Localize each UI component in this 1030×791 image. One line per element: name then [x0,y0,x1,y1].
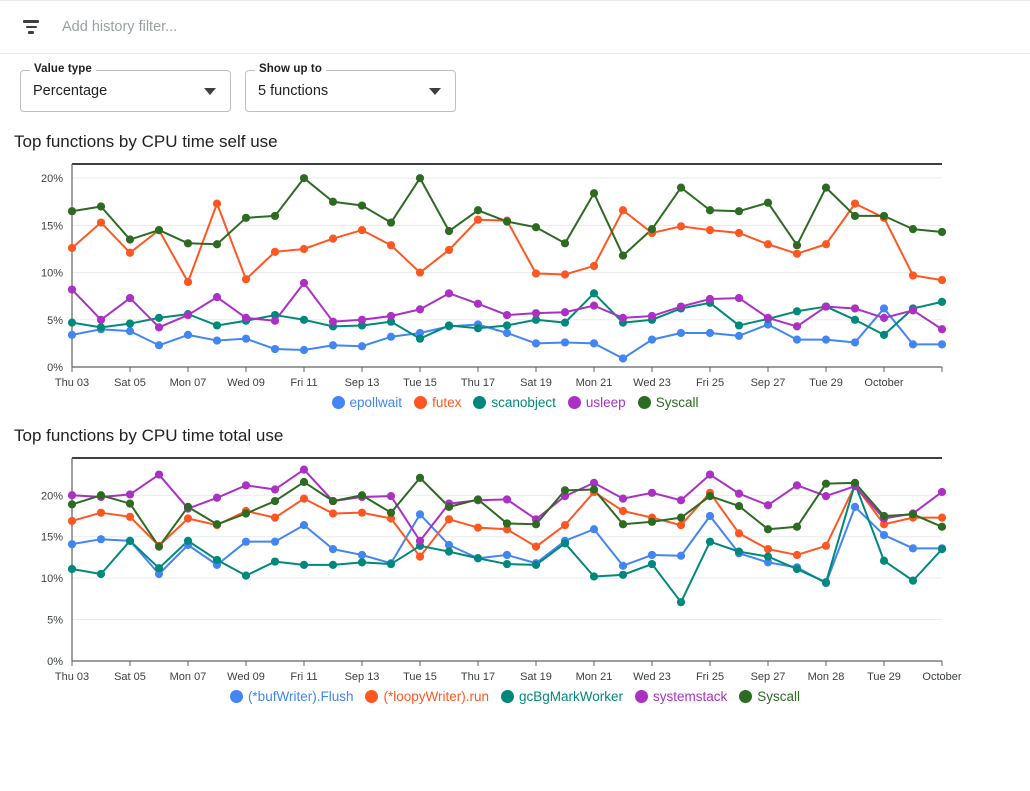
legend-color-dot [635,690,648,703]
legend-label: (*bufWriter).Flush [248,689,354,704]
legend-item-usleep[interactable]: usleep [566,395,628,410]
svg-text:Tue 29: Tue 29 [867,671,901,683]
show-up-to-value: 5 functions [258,83,328,99]
svg-text:Mon 28: Mon 28 [808,671,845,683]
svg-text:Fri 25: Fri 25 [696,671,724,683]
legend-item-scanobject[interactable]: scanobject [471,395,558,410]
show-up-to-select[interactable]: Show up to 5 functions [245,70,456,112]
legend-color-dot [332,396,345,409]
svg-text:5%: 5% [47,315,63,327]
chart-total-use: Top functions by CPU time total use 0% 5%… [0,424,1030,704]
svg-text:Tue 29: Tue 29 [809,377,843,389]
svg-text:Sat 05: Sat 05 [114,671,146,683]
chevron-down-icon[interactable] [429,88,441,95]
svg-text:Sat 05: Sat 05 [114,377,146,389]
legend-item-gcbgmarkworker[interactable]: gcBgMarkWorker [499,689,625,704]
history-filter-bar [0,0,1030,54]
svg-text:October: October [864,377,903,389]
svg-text:Mon 07: Mon 07 [170,671,207,683]
svg-text:15%: 15% [41,220,63,232]
legend-label: gcBgMarkWorker [519,689,623,704]
svg-text:Fri 11: Fri 11 [290,377,317,389]
filter-list-icon[interactable] [20,16,42,38]
svg-text:Wed 09: Wed 09 [227,377,265,389]
svg-text:Fri 25: Fri 25 [696,377,724,389]
value-type-select[interactable]: Value type Percentage [20,70,231,112]
legend-label: systemstack [653,689,727,704]
legend-label: futex [432,395,461,410]
chart-controls: Value type Percentage Show up to 5 funct… [0,54,1030,112]
chart-canvas-total-use[interactable]: 0% 5% 10% 15% 20% Thu 03 Sat 05 Mon 07 Wed 09 Fri… [0,446,1030,691]
legend-item-syscall[interactable]: Syscall [737,689,802,704]
legend-label: usleep [586,395,626,410]
svg-text:Wed 23: Wed 23 [633,377,671,389]
svg-text:20%: 20% [41,173,63,185]
svg-text:Thu 17: Thu 17 [461,671,495,683]
svg-text:Tue 15: Tue 15 [403,671,437,683]
svg-text:Mon 07: Mon 07 [170,377,207,389]
svg-text:Tue 15: Tue 15 [403,377,437,389]
legend-color-dot [501,690,514,703]
legend-label: (*loopyWriter).run [383,689,489,704]
svg-text:15%: 15% [41,532,63,544]
svg-text:Sat 19: Sat 19 [520,671,552,683]
legend-label: epollwait [350,395,403,410]
svg-text:10%: 10% [41,573,63,585]
svg-text:Sep 13: Sep 13 [345,377,380,389]
legend-color-dot [414,396,427,409]
svg-text:20%: 20% [41,490,63,502]
svg-text:Mon 21: Mon 21 [576,671,613,683]
legend-item-syscall[interactable]: Syscall [636,395,701,410]
legend-item-systemstack[interactable]: systemstack [633,689,729,704]
value-type-label: Value type [30,63,96,75]
legend-self-use: epollwait futex scanobject usleep Syscall [0,395,1030,410]
value-type-value: Percentage [33,83,107,99]
legend-color-dot [473,396,486,409]
svg-text:Thu 17: Thu 17 [461,377,495,389]
page-title-self-use: Top functions by CPU time self use [0,132,1030,152]
legend-total-use: (*bufWriter).Flush (*loopyWriter).run gcBg… [0,689,1030,704]
show-up-to-label: Show up to [255,63,326,75]
svg-text:Wed 23: Wed 23 [633,671,671,683]
svg-text:Wed 09: Wed 09 [227,671,265,683]
legend-item-futex[interactable]: futex [412,395,463,410]
svg-text:October: October [922,671,961,683]
svg-text:0%: 0% [47,656,63,668]
legend-label: scanobject [491,395,556,410]
legend-item-epollwait[interactable]: epollwait [330,395,405,410]
legend-color-dot [230,690,243,703]
legend-color-dot [638,396,651,409]
chart-canvas-self-use[interactable]: 0% 5% 10% 15% 20% Thu 03 Sat 05 Mon 07 Wed 09 Fri… [0,152,1030,397]
chevron-down-icon[interactable] [204,88,216,95]
svg-text:Mon 21: Mon 21 [576,377,613,389]
svg-text:5%: 5% [47,615,63,627]
legend-item-loopywriter-run[interactable]: (*loopyWriter).run [363,689,491,704]
svg-text:Thu 03: Thu 03 [55,377,89,389]
legend-color-dot [365,690,378,703]
legend-label: Syscall [757,689,800,704]
svg-text:Sep 13: Sep 13 [345,671,380,683]
svg-text:Sat 19: Sat 19 [520,377,552,389]
legend-label: Syscall [656,395,699,410]
history-filter-input[interactable] [60,18,460,36]
legend-color-dot [739,690,752,703]
page-title-total-use: Top functions by CPU time total use [0,426,1030,446]
svg-text:Sep 27: Sep 27 [751,377,786,389]
legend-item-bufwriter-flush[interactable]: (*bufWriter).Flush [228,689,356,704]
legend-color-dot [568,396,581,409]
svg-text:Fri 11: Fri 11 [290,671,317,683]
svg-text:Thu 03: Thu 03 [55,671,89,683]
svg-text:10%: 10% [41,268,63,280]
svg-text:0%: 0% [47,362,63,374]
chart-self-use: Top functions by CPU time self use 0% 5% 1… [0,130,1030,410]
svg-text:Sep 27: Sep 27 [751,671,786,683]
